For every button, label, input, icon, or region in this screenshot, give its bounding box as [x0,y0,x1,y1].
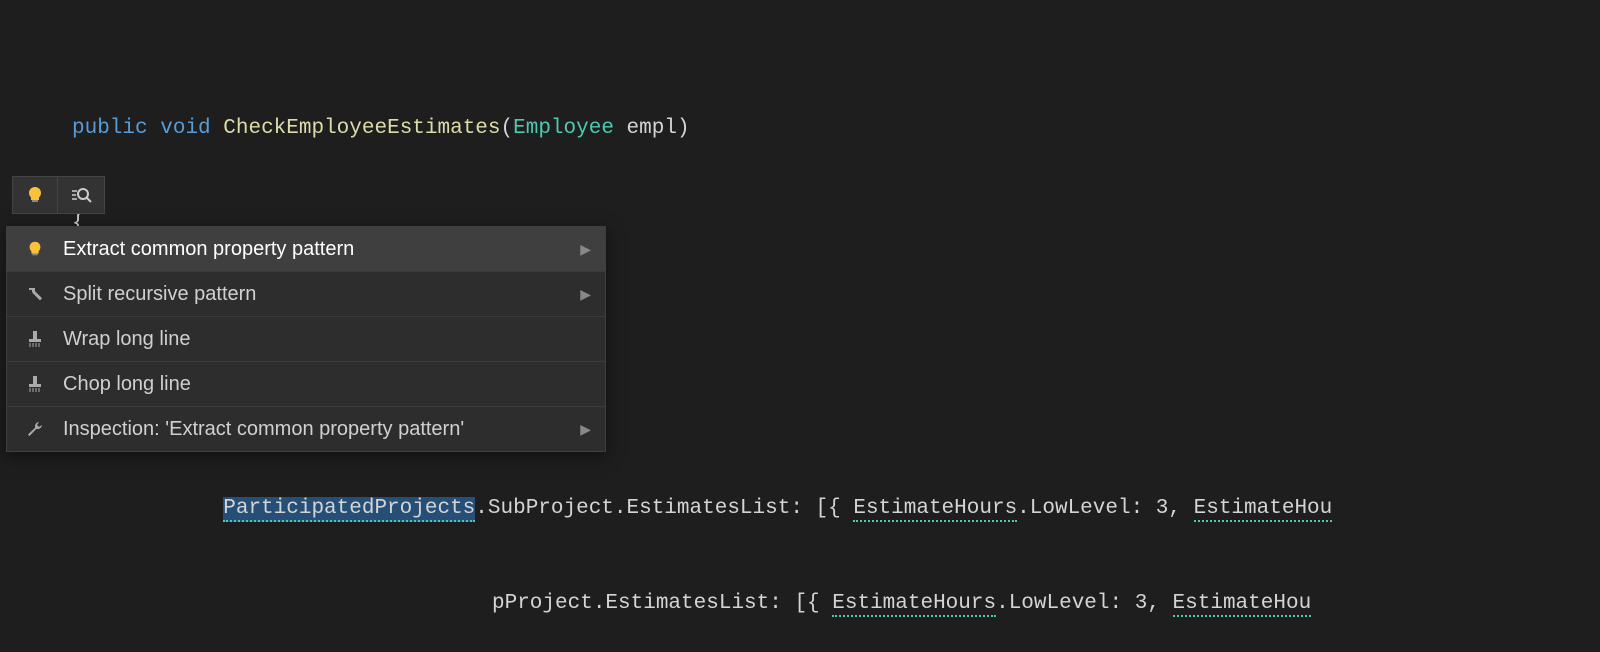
menu-chop-long-line[interactable]: Chop long line [7,362,605,407]
selected-identifier[interactable]: ParticipatedProjects [223,497,475,522]
lightbulb-icon [21,237,49,261]
search-action-button[interactable] [58,177,104,213]
menu-label: Extract common property pattern [63,238,570,261]
quick-actions-menu[interactable]: Extract common property pattern ▶ Split … [6,226,606,452]
menu-label: Split recursive pattern [63,283,570,306]
menu-wrap-long-line[interactable]: Wrap long line [7,317,605,362]
lightbulb-icon [25,185,45,205]
menu-split-recursive-pattern[interactable]: Split recursive pattern ▶ [7,272,605,317]
brush-icon [21,327,49,351]
hammer-icon [21,282,49,306]
code-line-5: ParticipatedProjects.SubProject.Estimate… [72,493,1600,525]
chevron-right-icon: ▶ [580,241,591,258]
lightbulb-button[interactable] [13,177,58,213]
menu-extract-common-pattern[interactable]: Extract common property pattern ▶ [7,227,605,272]
menu-label: Wrap long line [63,328,591,351]
menu-label: Inspection: 'Extract common property pat… [63,418,570,441]
code-line-6: pProject.EstimatesList: [{ EstimateHours… [72,588,1600,620]
chevron-right-icon: ▶ [580,421,591,438]
chevron-right-icon: ▶ [580,286,591,303]
brush-icon [21,372,49,396]
menu-label: Chop long line [63,373,591,396]
menu-inspection-extract[interactable]: Inspection: 'Extract common property pat… [7,407,605,451]
search-action-icon [70,185,92,205]
code-line-1: public void CheckEmployeeEstimates(Emplo… [72,113,1600,145]
wrench-icon [21,417,49,441]
quick-action-toolbar[interactable] [12,176,105,214]
